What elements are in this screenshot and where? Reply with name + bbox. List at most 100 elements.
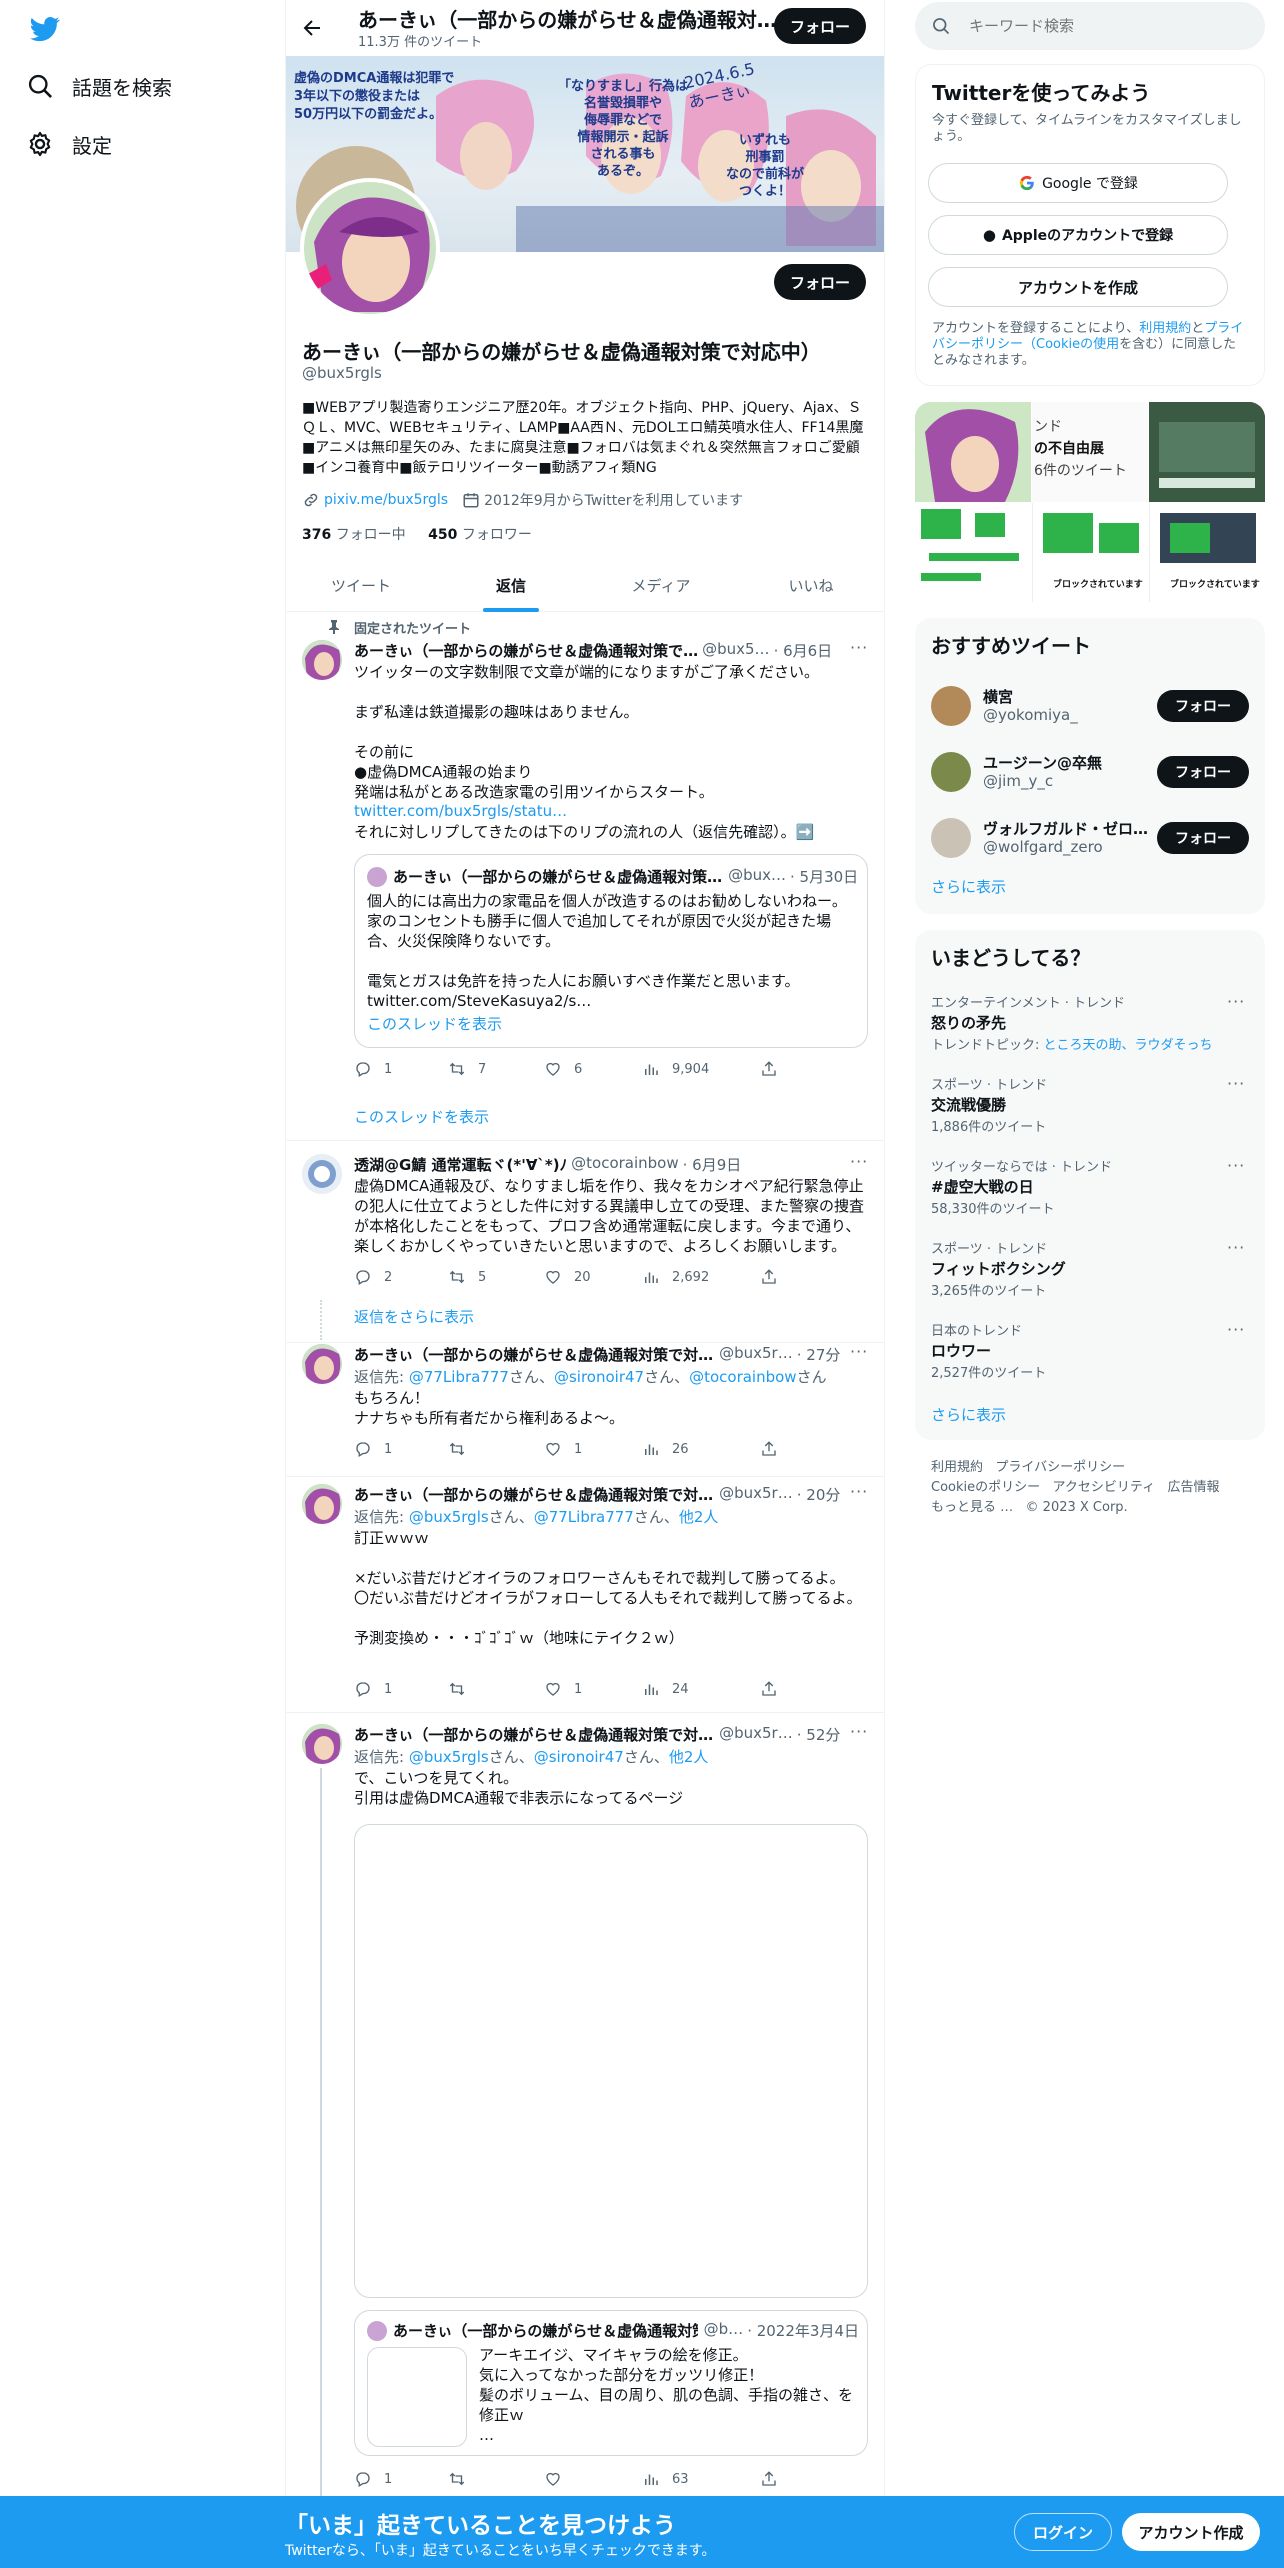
tweet-author-handle[interactable]: @bux5r… — [719, 1724, 793, 1745]
reply-to-user[interactable]: @77Libra777 — [409, 1368, 509, 1386]
tweet-avatar[interactable] — [302, 1724, 342, 1764]
tweet-author-name[interactable]: あーきぃ（一部からの嫌がらせ＆虚偽通報対策で対… — [354, 1724, 713, 1745]
recommended-user[interactable]: 横宮 @yokomiya_ フォロー — [915, 674, 1265, 738]
share-button[interactable] — [760, 1440, 790, 1458]
tab-replies[interactable]: 返信 — [436, 558, 586, 612]
footer-accessibility-link[interactable]: アクセシビリティ — [1053, 1480, 1156, 1495]
like-button[interactable]: 1 — [544, 1680, 582, 1698]
views-button[interactable]: 24 — [642, 1680, 689, 1698]
reply-to-user[interactable]: 他2人 — [679, 1508, 719, 1526]
tweet-avatar[interactable] — [302, 640, 342, 680]
media-thumb[interactable]: ブロックされています — [1032, 503, 1148, 602]
show-more-replies-link[interactable]: 返信をさらに表示 — [354, 1306, 474, 1327]
back-arrow-icon[interactable] — [300, 16, 324, 40]
recommended-user[interactable]: ユージーン@卒無 @jim_y_c フォロー — [915, 740, 1265, 804]
signup-button[interactable]: アカウント作成 — [1122, 2513, 1260, 2551]
more-options-icon[interactable]: ··· — [1227, 1320, 1245, 1339]
reply-to-user[interactable]: @bux5rgls — [409, 1748, 489, 1766]
tab-likes[interactable]: いいね — [736, 558, 884, 612]
reply-to-user[interactable]: @bux5rgls — [409, 1508, 489, 1526]
footer-privacy-link[interactable]: プライバシーポリシー — [995, 1460, 1125, 1475]
more-options-icon[interactable]: ··· — [1227, 992, 1245, 1011]
retweet-button[interactable] — [448, 1680, 478, 1698]
media-thumb[interactable] — [915, 402, 1031, 502]
nav-settings[interactable]: 設定 — [26, 124, 112, 164]
profile-follow-button[interactable]: フォロー — [774, 264, 866, 300]
follow-button[interactable]: フォロー — [1157, 822, 1249, 854]
share-button[interactable] — [760, 1268, 790, 1286]
media-thumb[interactable]: ブロックされています — [1149, 503, 1265, 602]
media-thumb[interactable]: ンド の不自由展 6件のツイート — [1032, 402, 1148, 502]
quoted-show-thread[interactable]: このスレッドを表示 — [367, 1013, 502, 1034]
views-button[interactable]: 9,904 — [642, 1060, 709, 1078]
tweet-author-name[interactable]: あーきぃ（一部からの嫌がらせ＆虚偽通報対策で対… — [354, 1484, 713, 1505]
views-button[interactable]: 63 — [642, 2470, 689, 2488]
tweet[interactable]: あーきぃ（一部からの嫌がらせ＆虚偽通報対策で対… @bux5r… · 20分 ·… — [286, 1482, 884, 1712]
tweet-author-handle[interactable]: @bux5r… — [719, 1484, 793, 1505]
footer-more-link[interactable]: もっと見る … — [931, 1500, 1013, 1515]
tweet-link[interactable]: twitter.com/bux5rgls/statu… — [354, 802, 567, 820]
tweet-author-handle[interactable]: @tocorainbow — [571, 1154, 678, 1175]
retweet-button[interactable]: 7 — [448, 1060, 486, 1078]
tweet-avatar[interactable] — [302, 1344, 342, 1384]
terms-link[interactable]: 利用規約 — [1139, 321, 1191, 336]
trends-show-more[interactable]: さらに表示 — [931, 1404, 1006, 1425]
more-options-icon[interactable]: ··· — [1227, 1156, 1245, 1175]
more-options-icon[interactable]: ··· — [850, 638, 868, 657]
like-button[interactable]: 6 — [544, 1060, 582, 1078]
apple-signup-button[interactable]: ● Appleのアカウントで登録 — [928, 215, 1228, 255]
media-thumb[interactable] — [1149, 402, 1265, 502]
retweet-button[interactable]: 5 — [448, 1268, 486, 1286]
search-box[interactable] — [915, 2, 1265, 50]
views-button[interactable]: 2,692 — [642, 1268, 709, 1286]
trend-item[interactable]: スポーツ · トレンド フィットボクシング 3,265件のツイート ··· — [915, 1232, 1265, 1312]
follow-button[interactable]: フォロー — [1157, 690, 1249, 722]
tweet-author-name[interactable]: あーきぃ（一部からの嫌がらせ＆虚偽通報対策で… — [354, 640, 698, 661]
follow-button[interactable]: フォロー — [1157, 756, 1249, 788]
tweet-date[interactable]: · 20分 — [797, 1484, 841, 1505]
tweet-date[interactable]: · 6月6日 — [774, 640, 833, 661]
reply-button[interactable]: 1 — [354, 2470, 392, 2488]
reply-to-user[interactable]: @tocorainbow — [689, 1368, 796, 1386]
like-button[interactable]: 1 — [544, 1440, 582, 1458]
footer-ads-link[interactable]: 広告情報 — [1168, 1480, 1220, 1495]
tweet[interactable]: あーきぃ（一部からの嫌がらせ＆虚偽通報対策で対… @bux5r… · 27分 ·… — [286, 1342, 884, 1482]
trend-item[interactable]: 日本のトレンド ロウワー 2,527件のツイート ··· — [915, 1314, 1265, 1394]
tweet-avatar[interactable] — [302, 1154, 342, 1194]
tweet-author-name[interactable]: 透湖@G鯖 通常運転ヾ(*'∀`*)ﾉ — [354, 1154, 567, 1175]
retweet-button[interactable] — [448, 1440, 478, 1458]
nav-explore[interactable]: 話題を検索 — [26, 66, 172, 106]
quoted-tweet[interactable]: あーきぃ（一部からの嫌がらせ＆虚偽通報対策… @b… · 2022年3月4日 ア… — [354, 2310, 868, 2456]
tweet-author-handle[interactable]: @bux5r… — [719, 1344, 793, 1365]
trend-item[interactable]: エンターテインメント · トレンド 怒りの矛先 トレンドトピック: ところ天の助… — [915, 986, 1265, 1066]
header-follow-button[interactable]: フォロー — [774, 8, 866, 44]
more-options-icon[interactable]: ··· — [1227, 1238, 1245, 1257]
pinned-tweet[interactable]: 固定されたツイート あーきぃ（一部からの嫌がらせ＆虚偽通報対策で… @bux5…… — [286, 612, 884, 1142]
reply-button[interactable]: 2 — [354, 1268, 392, 1286]
tweet-author-handle[interactable]: @bux5… — [702, 640, 769, 661]
show-thread-link[interactable]: このスレッドを表示 — [354, 1106, 489, 1127]
more-options-icon[interactable]: ··· — [850, 1342, 868, 1361]
search-input[interactable] — [969, 12, 1249, 40]
trend-item[interactable]: ツイッターならでは · トレンド #虚空大戦の日 58,330件のツイート ··… — [915, 1150, 1265, 1230]
reply-button[interactable]: 1 — [354, 1440, 392, 1458]
quoted-tweet[interactable]: あーきぃ（一部からの嫌がらせ＆虚偽通報対策… @bux… · 5月30日 個人的… — [354, 854, 868, 1048]
reply-button[interactable]: 1 — [354, 1060, 392, 1078]
tweet-date[interactable]: · 27分 — [797, 1344, 841, 1365]
tweet-date[interactable]: · 52分 — [797, 1724, 841, 1745]
recommended-user[interactable]: ヴォルフガルド・ゼロ… @wolfgard_zero フォロー — [915, 806, 1265, 870]
reply-to-user[interactable]: @sironoir47 — [534, 1748, 624, 1766]
create-account-button[interactable]: アカウントを作成 — [928, 267, 1228, 307]
retweet-button[interactable] — [448, 2470, 478, 2488]
reply-to-user[interactable]: @sironoir47 — [554, 1368, 644, 1386]
media-placeholder[interactable] — [354, 1824, 868, 2298]
views-button[interactable]: 26 — [642, 1440, 689, 1458]
tweet[interactable]: 透湖@G鯖 通常運転ヾ(*'∀`*)ﾉ @tocorainbow · 6月9日 … — [286, 1140, 884, 1342]
profile-avatar[interactable] — [300, 178, 440, 318]
trend-topic-links[interactable]: ところ天の助、ラウダそっち — [1044, 1038, 1213, 1053]
reply-to-user[interactable]: 他2人 — [669, 1748, 709, 1766]
google-signup-button[interactable]: Google で登録 — [928, 163, 1228, 203]
tweet-author-name[interactable]: あーきぃ（一部からの嫌がらせ＆虚偽通報対策で対… — [354, 1344, 713, 1365]
share-button[interactable] — [760, 1680, 790, 1698]
tweet-date[interactable]: · 6月9日 — [683, 1154, 742, 1175]
